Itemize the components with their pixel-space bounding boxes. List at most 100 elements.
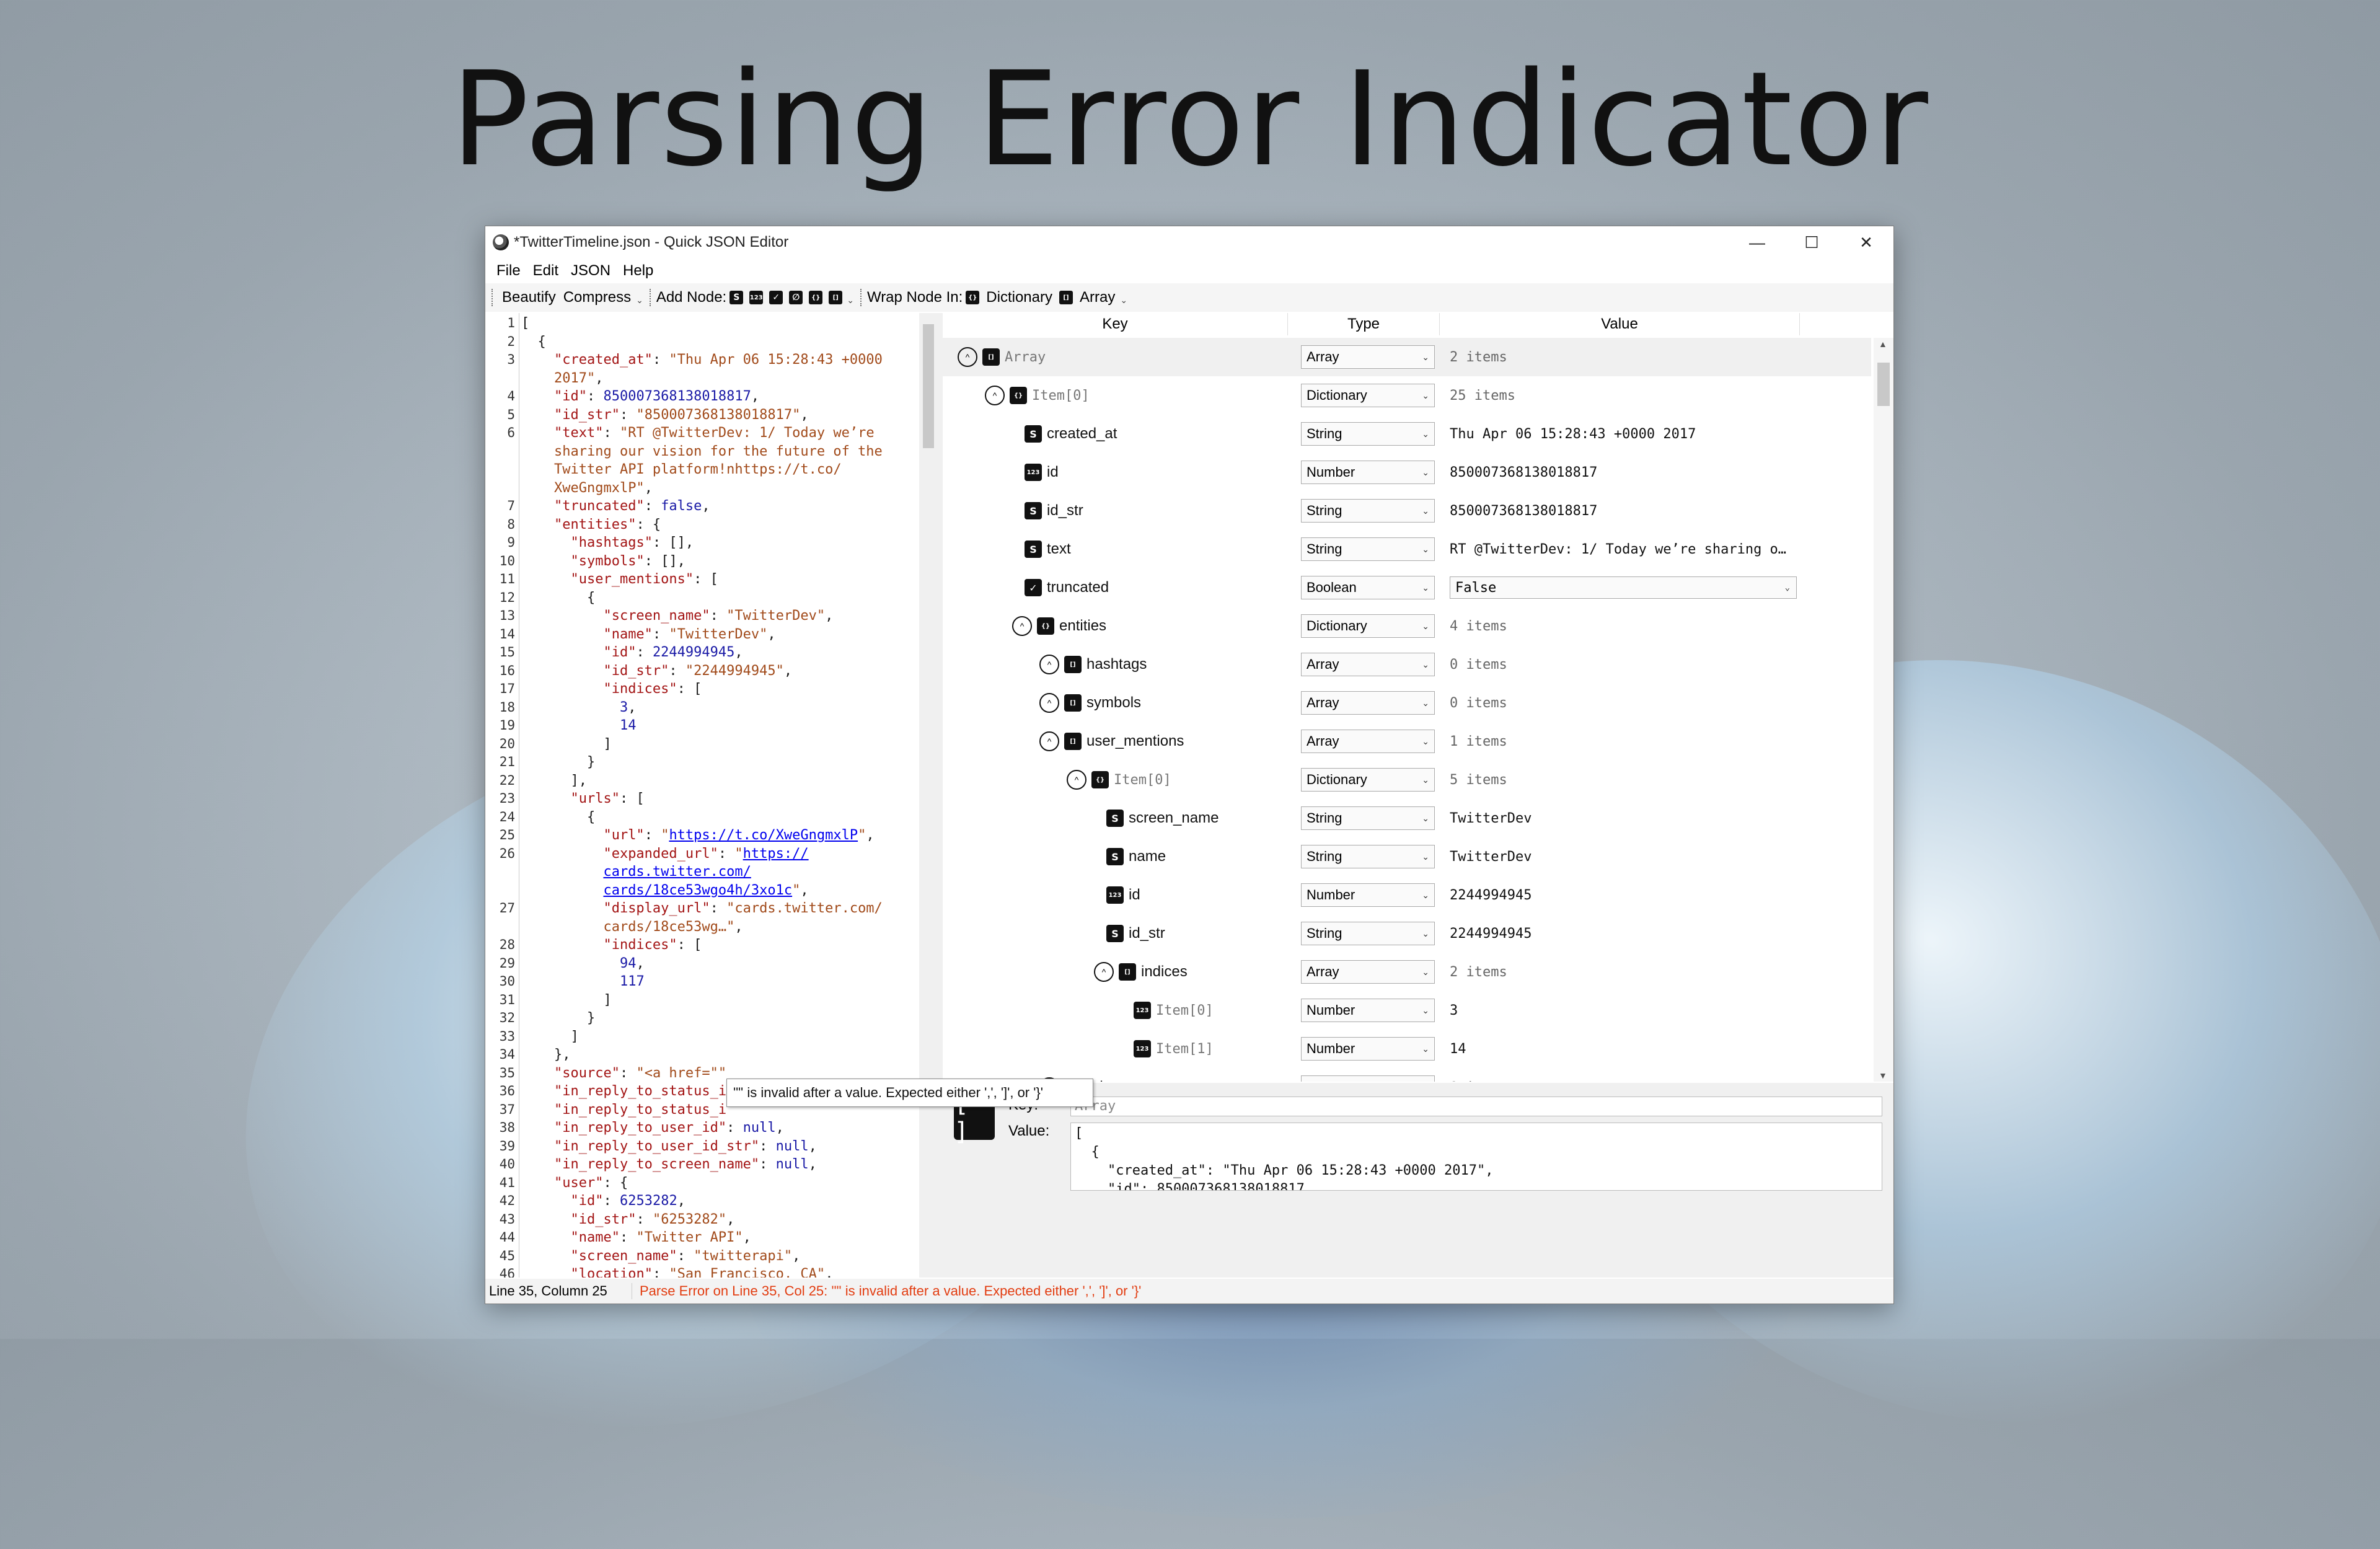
code-line[interactable]: 2017",: [521, 371, 603, 386]
tree-row[interactable]: Sname String ⌄ TwitterDev: [943, 837, 1871, 876]
code-line[interactable]: "location": "San Francisco, CA",: [521, 1266, 833, 1278]
toolbar-overflow-icon[interactable]: ⌄: [847, 295, 854, 306]
add-string-icon[interactable]: S: [729, 291, 744, 304]
tree-row[interactable]: ^ {} Item[0] Dictionary ⌄ 5 items: [943, 761, 1871, 799]
add-null-icon[interactable]: ∅: [789, 291, 803, 304]
code-line[interactable]: "user": {: [521, 1175, 628, 1191]
menu-json[interactable]: JSON: [565, 262, 617, 280]
code-line[interactable]: "url": "https://t.co/XweGngmxlP",: [521, 827, 874, 843]
menu-edit[interactable]: Edit: [527, 262, 565, 280]
node-value[interactable]: 2 items: [1450, 964, 1507, 980]
toolbar-grip[interactable]: [491, 289, 495, 306]
wrap-array-button[interactable]: Array: [1076, 289, 1119, 306]
tree-row[interactable]: Sscreen_name String ⌄ TwitterDev: [943, 799, 1871, 837]
header-type[interactable]: Type: [1288, 313, 1440, 335]
code-line[interactable]: "user_mentions": [: [521, 571, 718, 587]
code-line[interactable]: {: [521, 590, 595, 606]
code-line[interactable]: "id_str": "850007368138018817",: [521, 407, 809, 423]
code-line[interactable]: "truncated": false,: [521, 498, 710, 514]
node-value[interactable]: 0 items: [1450, 657, 1507, 673]
code-line[interactable]: "expanded_url": "https://: [521, 846, 808, 862]
node-value[interactable]: 4 items: [1450, 619, 1507, 634]
code-line[interactable]: 3,: [521, 700, 637, 715]
collapse-icon[interactable]: ^: [958, 347, 977, 367]
code-line[interactable]: "id_str": "6253282",: [521, 1212, 734, 1227]
toolbar-overflow-icon[interactable]: ⌄: [636, 295, 643, 306]
type-select[interactable]: Array⌄: [1301, 960, 1435, 984]
scroll-up-icon[interactable]: ▲: [1879, 339, 1887, 349]
tree-row[interactable]: 123 id Number ⌄ 2244994945: [943, 876, 1871, 914]
node-value[interactable]: 1 items: [1450, 734, 1507, 749]
code-line[interactable]: cards/18ce53wg…",: [521, 919, 743, 935]
value-textarea[interactable]: [ { "created_at": "Thu Apr 06 15:28:43 +…: [1070, 1123, 1882, 1191]
type-select[interactable]: Dictionary ⌄: [1301, 384, 1435, 407]
type-select[interactable]: Number ⌄: [1301, 999, 1435, 1022]
code-line[interactable]: "display_url": "cards.twitter.com/: [521, 901, 882, 916]
code-line[interactable]: }: [521, 1010, 595, 1026]
code-line[interactable]: "in_reply_to_user_id_str": null,: [521, 1139, 817, 1154]
code-line[interactable]: "screen_name": "twitterapi",: [521, 1248, 800, 1264]
code-line[interactable]: "in_reply_to_status_i: [521, 1102, 726, 1118]
beautify-button[interactable]: Beautify: [498, 289, 560, 306]
code-line[interactable]: "source": "<a href="": [521, 1066, 726, 1081]
code-line[interactable]: cards.twitter.com/: [521, 864, 751, 880]
collapse-icon[interactable]: ^: [1039, 731, 1059, 751]
code-line[interactable]: "in_reply_to_user_id": null,: [521, 1120, 784, 1136]
type-select[interactable]: String ⌄: [1301, 845, 1435, 868]
code-line[interactable]: "indices": [: [521, 937, 702, 953]
node-value[interactable]: 2244994945: [1450, 888, 1532, 903]
code-line[interactable]: ]: [521, 736, 611, 752]
code-line[interactable]: "in_reply_to_status_i: [521, 1083, 726, 1099]
type-select[interactable]: Number ⌄: [1301, 461, 1435, 484]
node-value[interactable]: 1 items: [1450, 1080, 1507, 1082]
collapse-icon[interactable]: ^: [1039, 693, 1059, 713]
type-select[interactable]: Dictionary ⌄: [1301, 768, 1435, 792]
tree-row[interactable]: Sid_str String ⌄ 2244994945: [943, 914, 1871, 953]
tree-row[interactable]: ^ [] indices Array ⌄ 2 items: [943, 953, 1871, 991]
code-line[interactable]: [: [521, 316, 529, 331]
node-value[interactable]: 5 items: [1450, 772, 1507, 788]
header-value[interactable]: Value: [1440, 313, 1800, 335]
toolbar-grip[interactable]: [649, 289, 653, 306]
node-value[interactable]: 2244994945: [1450, 926, 1532, 942]
code-line[interactable]: ]: [521, 992, 611, 1008]
toolbar-overflow-icon[interactable]: ⌄: [1120, 295, 1127, 306]
node-value[interactable]: Thu Apr 06 15:28:43 +0000 2017: [1450, 426, 1696, 442]
toolbar-grip[interactable]: [860, 289, 863, 306]
collapse-icon[interactable]: ^: [1067, 770, 1086, 790]
type-select[interactable]: Array⌄: [1301, 1075, 1435, 1082]
type-select[interactable]: String ⌄: [1301, 422, 1435, 446]
code-line[interactable]: {: [521, 334, 545, 350]
value-select[interactable]: False ⌄: [1450, 576, 1797, 599]
tree-view[interactable]: Key Type Value ▲ ▼ ^ [] Array Array ⌄ 2 items…: [943, 313, 1893, 1082]
code-line[interactable]: 117: [521, 974, 645, 989]
node-value[interactable]: 25 items: [1450, 388, 1515, 404]
code-editor[interactable]: 1 [2 {3 "created_at": "Thu Apr 06 15:28:4…: [485, 313, 919, 1278]
code-line[interactable]: "name": "Twitter API",: [521, 1230, 751, 1245]
type-select[interactable]: Array⌄: [1301, 653, 1435, 676]
type-select[interactable]: Dictionary ⌄: [1301, 614, 1435, 638]
tree-row[interactable]: ^ {} entities Dictionary ⌄ 4 items: [943, 607, 1871, 645]
node-value[interactable]: 0 items: [1450, 695, 1507, 711]
tree-row[interactable]: Stext String ⌄ RT @TwitterDev: 1/ Today we’…: [943, 530, 1871, 568]
code-scroll-thumb[interactable]: [923, 324, 934, 448]
tree-row[interactable]: 123 Item[0] Number ⌄ 3: [943, 991, 1871, 1030]
tree-row[interactable]: ✓ truncated Boolean ⌄ False ⌄: [943, 568, 1871, 607]
close-button[interactable]: ✕: [1839, 226, 1893, 258]
tree-row[interactable]: ^ [] hashtags Array ⌄ 0 items: [943, 645, 1871, 684]
menu-file[interactable]: File: [490, 262, 527, 280]
code-line[interactable]: {: [521, 810, 595, 825]
header-key[interactable]: Key: [943, 313, 1288, 335]
compress-button[interactable]: Compress: [560, 289, 635, 306]
parse-error-message[interactable]: Parse Error on Line 35, Col 25: '"' is i…: [632, 1283, 1141, 1299]
code-scrollbar[interactable]: [919, 313, 938, 1278]
code-line[interactable]: ],: [521, 773, 587, 788]
scroll-down-icon[interactable]: ▼: [1879, 1070, 1887, 1080]
code-line[interactable]: "text": "RT @TwitterDev: 1/ Today we’re: [521, 425, 875, 441]
node-value[interactable]: 2 items: [1450, 350, 1507, 365]
code-line[interactable]: },: [521, 1047, 571, 1062]
code-line[interactable]: "in_reply_to_screen_name": null,: [521, 1157, 817, 1172]
node-value[interactable]: TwitterDev: [1450, 811, 1532, 826]
code-line[interactable]: 14: [521, 718, 637, 733]
code-line[interactable]: "urls": [: [521, 791, 644, 806]
